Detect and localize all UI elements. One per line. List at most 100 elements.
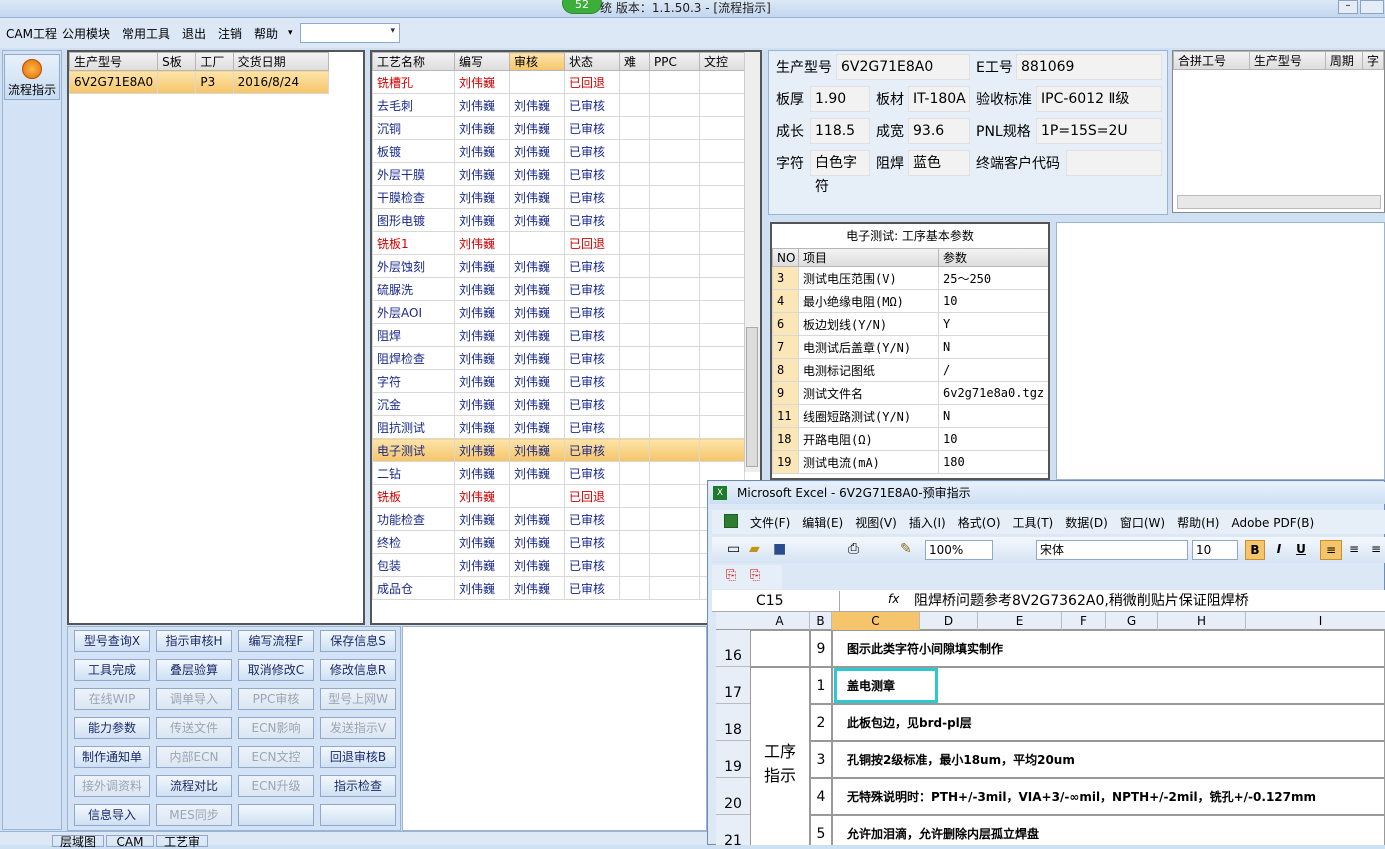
customer-field[interactable] xyxy=(1066,150,1162,176)
scrollbar-thumb[interactable] xyxy=(746,327,758,467)
col-header[interactable]: 文控 xyxy=(699,52,745,71)
table-row[interactable]: 11 线圈短路测试(Y/N) N xyxy=(772,404,1048,428)
save-icon[interactable]: ■ xyxy=(773,541,786,557)
font-select[interactable]: 宋体 xyxy=(1036,540,1188,560)
excel-menu-item[interactable]: 格式(O) xyxy=(958,516,1001,530)
action-button[interactable]: 编写流程F xyxy=(238,630,314,652)
model-field[interactable]: 6V2G71E8A0 xyxy=(836,54,970,80)
length-field[interactable]: 118.5 xyxy=(810,118,870,144)
table-row[interactable]: 阻抗测试 刘伟巍 刘伟巍 已审核 xyxy=(372,415,745,439)
action-button[interactable]: PPC审核 xyxy=(238,688,314,710)
cell[interactable]: 1 xyxy=(810,667,832,704)
table-row[interactable]: 9 测试文件名 6v2g71e8a0.tgz xyxy=(772,381,1048,405)
table-row[interactable]: 功能检查 刘伟巍 刘伟巍 已审核 xyxy=(372,507,745,531)
table-row[interactable]: 6 板边划线(Y/N) Y xyxy=(772,312,1048,336)
col-header[interactable]: S板 xyxy=(157,52,197,71)
cell[interactable]: 5 xyxy=(810,815,832,845)
pnl-field[interactable]: 1P=15S=2U xyxy=(1036,118,1162,144)
excel-menu-item[interactable]: 工具(T) xyxy=(1013,516,1054,530)
action-button[interactable]: 调单导入 xyxy=(156,688,232,710)
menu-public[interactable]: 公用模块 xyxy=(62,26,110,42)
minimize-button[interactable]: – xyxy=(1338,0,1358,14)
col-header[interactable]: 参数 xyxy=(938,248,1048,267)
align-right-icon[interactable]: ≡ xyxy=(1367,540,1385,560)
cell[interactable]: 图示此类字符小间隙填实制作 xyxy=(832,630,1385,667)
col-header[interactable]: 难 xyxy=(619,52,650,71)
menu-cam[interactable]: CAM工程 xyxy=(6,26,57,42)
table-row[interactable]: 铣槽孔 刘伟巍 已回退 xyxy=(372,70,745,94)
action-button[interactable]: MES同步 xyxy=(156,804,232,826)
col-header[interactable]: 工厂 xyxy=(195,52,234,71)
open-icon[interactable]: ▰ xyxy=(749,541,760,557)
cell[interactable]: 孔铜按2级标准，最小18um，平均20um xyxy=(832,741,1385,778)
row-header[interactable]: 16 xyxy=(716,630,750,667)
tab-cam[interactable]: CAM xyxy=(106,835,154,848)
action-button[interactable]: 流程对比 xyxy=(156,775,232,797)
h-scrollbar[interactable] xyxy=(1177,195,1381,209)
col-header[interactable]: 工艺名称 xyxy=(372,52,455,71)
cell[interactable]: 9 xyxy=(810,630,832,667)
excel-menu-item[interactable]: 插入(I) xyxy=(909,516,946,530)
col-header[interactable]: NO xyxy=(772,248,799,267)
toolbar-combo[interactable] xyxy=(300,23,400,43)
cell[interactable]: 2 xyxy=(810,704,832,741)
table-row[interactable]: 干膜检查 刘伟巍 刘伟巍 已审核 xyxy=(372,185,745,209)
table-row[interactable]: 终检 刘伟巍 刘伟巍 已审核 xyxy=(372,530,745,554)
row-header[interactable]: 19 xyxy=(716,741,750,778)
table-row[interactable]: 8 电测标记图纸 / xyxy=(772,358,1048,382)
action-button[interactable]: 型号上网W xyxy=(320,688,396,710)
table-row[interactable]: 阻焊 刘伟巍 刘伟巍 已审核 xyxy=(372,323,745,347)
table-row[interactable]: 电子测试 刘伟巍 刘伟巍 已审核 xyxy=(372,438,745,462)
cell[interactable]: 4 xyxy=(810,778,832,815)
table-row[interactable]: 18 开路电阻(Ω) 10 xyxy=(772,427,1048,451)
row-header[interactable]: 20 xyxy=(716,778,750,815)
action-button[interactable]: 在线WIP xyxy=(74,688,150,710)
excel-menu-item[interactable]: 视图(V) xyxy=(855,516,897,530)
col-header[interactable]: 编写 xyxy=(454,52,510,71)
action-button[interactable]: 内部ECN xyxy=(156,746,232,768)
table-row[interactable]: 7 电测试后盖章(Y/N) N xyxy=(772,335,1048,359)
italic-button[interactable]: I xyxy=(1270,540,1288,560)
cell[interactable]: 此板包边，见brd-pl层 xyxy=(832,704,1385,741)
table-row[interactable]: 去毛刺 刘伟巍 刘伟巍 已审核 xyxy=(372,93,745,117)
action-button[interactable]: 保存信息S xyxy=(320,630,396,652)
table-row[interactable]: 硫脲洗 刘伟巍 刘伟巍 已审核 xyxy=(372,277,745,301)
col-header[interactable]: 周期 xyxy=(1324,51,1363,70)
action-button[interactable]: 指示检查 xyxy=(320,775,396,797)
col-header[interactable]: B xyxy=(810,612,832,630)
formula-input[interactable]: 阻焊桥问题参考8V2G7362A0,稍微削贴片保证阻焊桥 xyxy=(914,591,1249,611)
cell[interactable]: 允许加泪滴，允许删除内层孤立焊盘 xyxy=(832,815,1385,845)
col-header[interactable]: 合拼工号 xyxy=(1173,51,1250,70)
action-button[interactable]: ECN影响 xyxy=(238,717,314,739)
table-row[interactable]: 图形电镀 刘伟巍 刘伟巍 已审核 xyxy=(372,208,745,232)
width-field[interactable]: 93.6 xyxy=(908,118,970,144)
excel-menu-item[interactable]: 帮助(H) xyxy=(1177,516,1219,530)
col-header[interactable]: E xyxy=(978,612,1062,630)
table-row[interactable]: 沉铜 刘伟巍 刘伟巍 已审核 xyxy=(372,116,745,140)
col-header[interactable]: H xyxy=(1158,612,1246,630)
col-header[interactable]: C xyxy=(832,612,920,630)
action-button[interactable] xyxy=(320,804,396,826)
cell[interactable]: 3 xyxy=(810,741,832,778)
action-button[interactable]: 回退审核B xyxy=(320,746,396,768)
col-header[interactable]: 交货日期 xyxy=(232,52,330,71)
action-button[interactable]: 发送指示V xyxy=(320,717,396,739)
action-button[interactable]: 工具完成 xyxy=(74,659,150,681)
col-header[interactable]: 字 xyxy=(1361,51,1385,70)
action-button[interactable]: 取消修改C xyxy=(238,659,314,681)
action-button[interactable]: 传送文件 xyxy=(156,717,232,739)
excel-menu-item[interactable]: 文件(F) xyxy=(750,516,790,530)
col-header[interactable]: A xyxy=(750,612,810,630)
table-row[interactable]: 19 测试电流(mA) 180 xyxy=(772,450,1048,474)
col-header[interactable]: 状态 xyxy=(564,52,620,71)
table-row[interactable]: 字符 刘伟巍 刘伟巍 已审核 xyxy=(372,369,745,393)
row-header[interactable]: 17 xyxy=(716,667,750,704)
tab-process[interactable]: 工艺审 xyxy=(156,835,208,848)
table-row[interactable]: 包装 刘伟巍 刘伟巍 已审核 xyxy=(372,553,745,577)
col-header[interactable]: G xyxy=(1106,612,1158,630)
mask-field[interactable]: 蓝色 xyxy=(908,150,970,176)
zoom-select[interactable]: 100% xyxy=(925,540,993,560)
action-button[interactable]: ECN升级 xyxy=(238,775,314,797)
action-button[interactable]: ECN文控 xyxy=(238,746,314,768)
standard-field[interactable]: IPC-6012 Ⅱ级 xyxy=(1036,86,1162,112)
